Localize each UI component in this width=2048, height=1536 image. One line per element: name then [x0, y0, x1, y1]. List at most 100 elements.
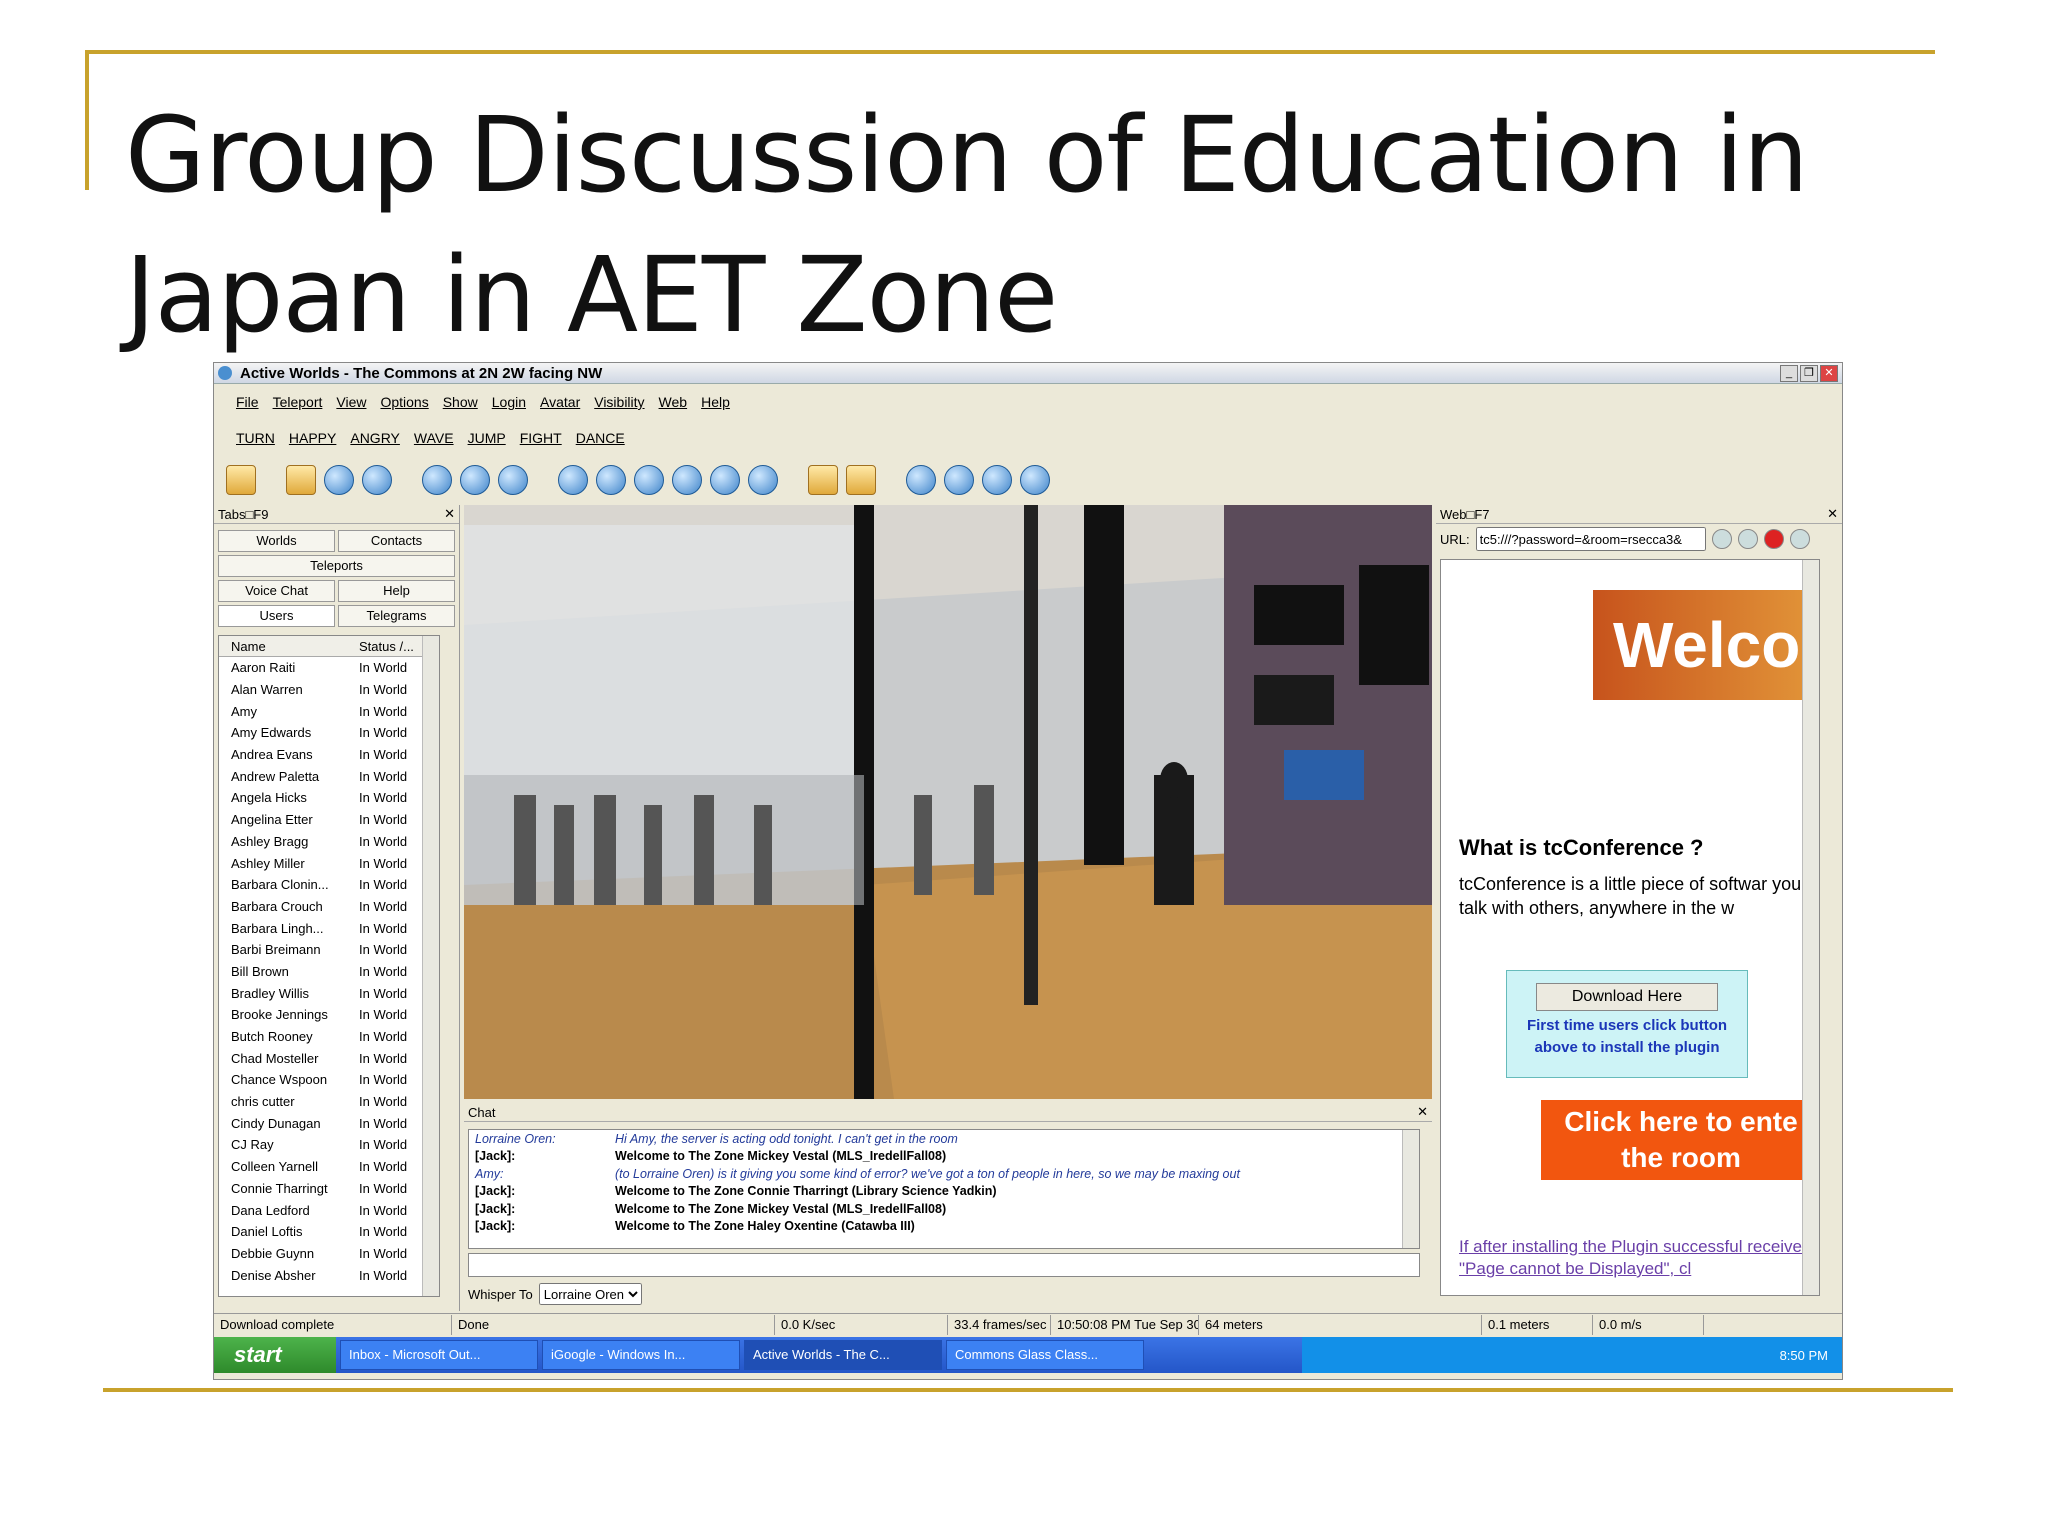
- start-button[interactable]: start: [214, 1337, 336, 1373]
- gesture-happy[interactable]: HAPPY: [289, 430, 336, 446]
- user-list-scrollbar[interactable]: [422, 636, 439, 1296]
- chat-close-icon[interactable]: ✕: [1417, 1104, 1428, 1120]
- trophy-icon[interactable]: [672, 465, 702, 495]
- avatar-icon[interactable]: [558, 465, 588, 495]
- refresh-icon[interactable]: [1789, 529, 1810, 549]
- menu-visibility[interactable]: Visibility: [594, 394, 644, 410]
- build-icon[interactable]: [808, 465, 838, 495]
- globe-icon[interactable]: [944, 465, 974, 495]
- gesture-icon[interactable]: [634, 465, 664, 495]
- enter-room-button[interactable]: Click here to ente the room: [1541, 1100, 1819, 1180]
- user-row[interactable]: Angela Hicks In World: [219, 787, 439, 809]
- open-folder-icon[interactable]: [226, 465, 256, 495]
- user-row[interactable]: Butch Rooney In World: [219, 1026, 439, 1048]
- tab-teleports[interactable]: Teleports: [218, 555, 455, 577]
- task-igoogle[interactable]: iGoogle - Windows In...: [542, 1340, 740, 1370]
- user-row[interactable]: Chance Wspoon In World: [219, 1069, 439, 1091]
- tab-worlds[interactable]: Worlds: [218, 530, 335, 552]
- plugin-help-link[interactable]: If after installing the Plugin successfu…: [1459, 1236, 1819, 1280]
- user-row[interactable]: Barbara Clonin... In World: [219, 874, 439, 896]
- home-icon[interactable]: [286, 465, 316, 495]
- camera-view-1-icon[interactable]: [422, 465, 452, 495]
- contacts-icon[interactable]: [748, 465, 778, 495]
- gesture-wave[interactable]: WAVE: [414, 430, 454, 446]
- web-close-icon[interactable]: ✕: [1827, 506, 1838, 522]
- user-row[interactable]: Ashley Bragg In World: [219, 831, 439, 853]
- exit-icon[interactable]: [1020, 465, 1050, 495]
- chat-input[interactable]: [468, 1253, 1420, 1277]
- camera-view-3-icon[interactable]: [498, 465, 528, 495]
- menu-avatar[interactable]: Avatar: [540, 394, 580, 410]
- user-row[interactable]: Ashley Miller In World: [219, 852, 439, 874]
- panel-close-icon[interactable]: ✕: [444, 506, 455, 522]
- restore-button[interactable]: ❐: [1800, 365, 1818, 382]
- user-row[interactable]: Chad Mosteller In World: [219, 1047, 439, 1069]
- user-row[interactable]: Angelina Etter In World: [219, 809, 439, 831]
- tab-help[interactable]: Help: [338, 580, 455, 602]
- user-row[interactable]: Amy In World: [219, 700, 439, 722]
- menu-login[interactable]: Login: [492, 394, 526, 410]
- menu-file[interactable]: File: [236, 394, 259, 410]
- user-row[interactable]: Aaron Raiti In World: [219, 657, 439, 679]
- 3d-world-view[interactable]: [464, 505, 1432, 1099]
- forward-icon[interactable]: [1737, 529, 1758, 549]
- user-row[interactable]: Bradley Willis In World: [219, 982, 439, 1004]
- chat-bubble-icon[interactable]: [906, 465, 936, 495]
- url-input[interactable]: [1475, 527, 1706, 551]
- column-name[interactable]: Name: [219, 639, 359, 654]
- user-row[interactable]: Debbie Guynn In World: [219, 1243, 439, 1265]
- user-row[interactable]: Alan Warren In World: [219, 679, 439, 701]
- close-button[interactable]: ✕: [1820, 365, 1838, 382]
- forward-arrow-icon[interactable]: [362, 465, 392, 495]
- user-row[interactable]: Andrea Evans In World: [219, 744, 439, 766]
- user-row[interactable]: Colleen Yarnell In World: [219, 1156, 439, 1178]
- user-row[interactable]: Barbara Lingh... In World: [219, 917, 439, 939]
- download-button[interactable]: Download Here: [1536, 983, 1718, 1011]
- eye-icon[interactable]: [596, 465, 626, 495]
- tab-telegrams[interactable]: Telegrams: [338, 605, 455, 627]
- camera-view-2-icon[interactable]: [460, 465, 490, 495]
- tab-contacts[interactable]: Contacts: [338, 530, 455, 552]
- menu-web[interactable]: Web: [659, 394, 688, 410]
- user-row[interactable]: Daniel Loftis In World: [219, 1221, 439, 1243]
- snapshot-camera-icon[interactable]: [982, 465, 1012, 495]
- user-row[interactable]: CJ Ray In World: [219, 1134, 439, 1156]
- gesture-turn[interactable]: TURN: [236, 430, 275, 446]
- user-row[interactable]: Denise Absher In World: [219, 1264, 439, 1286]
- gesture-angry[interactable]: ANGRY: [350, 430, 400, 446]
- user-row[interactable]: Brooke Jennings In World: [219, 1004, 439, 1026]
- web-scrollbar[interactable]: [1802, 560, 1819, 1295]
- menu-teleport[interactable]: Teleport: [273, 394, 323, 410]
- gesture-fight[interactable]: FIGHT: [520, 430, 562, 446]
- user-row[interactable]: Connie Tharringt In World: [219, 1178, 439, 1200]
- whisper-target-select[interactable]: Lorraine Oren: [538, 1283, 642, 1305]
- task-outlook[interactable]: Inbox - Microsoft Out...: [340, 1340, 538, 1370]
- stop-icon[interactable]: [1763, 529, 1784, 549]
- user-row[interactable]: Amy Edwards In World: [219, 722, 439, 744]
- gesture-jump[interactable]: JUMP: [468, 430, 506, 446]
- menu-show[interactable]: Show: [443, 394, 478, 410]
- minimize-button[interactable]: _: [1780, 365, 1798, 382]
- task-commons-glass[interactable]: Commons Glass Class...: [946, 1340, 1144, 1370]
- lightning-icon[interactable]: [846, 465, 876, 495]
- column-status[interactable]: Status /...: [359, 639, 414, 654]
- user-row[interactable]: Andrew Paletta In World: [219, 765, 439, 787]
- task-active-worlds[interactable]: Active Worlds - The C...: [744, 1340, 942, 1370]
- tab-voice-chat[interactable]: Voice Chat: [218, 580, 335, 602]
- gesture-dance[interactable]: DANCE: [576, 430, 625, 446]
- tab-users[interactable]: Users: [218, 605, 335, 627]
- back-arrow-icon[interactable]: [324, 465, 354, 495]
- user-row[interactable]: Barbi Breimann In World: [219, 939, 439, 961]
- user-row[interactable]: Dana Ledford In World: [219, 1199, 439, 1221]
- menu-options[interactable]: Options: [380, 394, 428, 410]
- chat-scrollbar[interactable]: [1402, 1130, 1419, 1248]
- group-icon[interactable]: [710, 465, 740, 495]
- menu-help[interactable]: Help: [701, 394, 730, 410]
- menu-view[interactable]: View: [336, 394, 366, 410]
- user-row[interactable]: Barbara Crouch In World: [219, 896, 439, 918]
- tray-clock[interactable]: 8:50 PM: [1780, 1348, 1828, 1363]
- user-row[interactable]: chris cutter In World: [219, 1091, 439, 1113]
- user-row[interactable]: Bill Brown In World: [219, 961, 439, 983]
- back-icon[interactable]: [1711, 529, 1732, 549]
- user-row[interactable]: Cindy Dunagan In World: [219, 1112, 439, 1134]
